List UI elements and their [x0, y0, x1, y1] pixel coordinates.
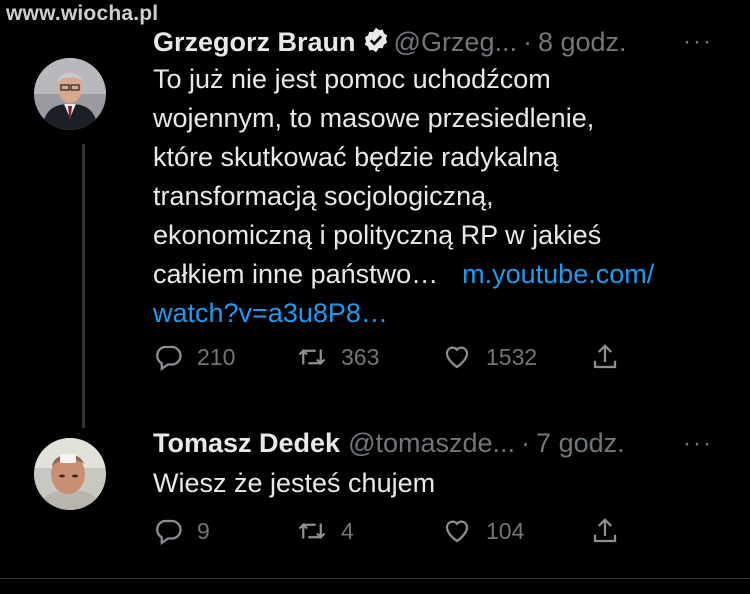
author-handle[interactable]: @Grzeg... [394, 27, 517, 57]
text-line: transformacją socjologiczną, [153, 181, 494, 211]
watermark: www.wiocha.pl [6, 2, 159, 25]
tweet-2-header: Tomasz Dedek @tomaszde... · 7 godz. [153, 428, 625, 459]
text-line: które skutkować będzie radykalną [153, 142, 559, 172]
retweet-button[interactable]: 4 [297, 516, 354, 546]
youtube-link-continued[interactable]: watch?v=a3u8P8… [153, 294, 743, 333]
tweet-2-text: Wiesz że jesteś chujem [153, 468, 436, 498]
like-count: 104 [486, 517, 525, 544]
text-line-with-link: całkiem inne państwo… m.youtube.com/ [153, 255, 743, 294]
dot-separator: · [521, 428, 531, 458]
text-line: To już nie jest pomoc uchodźcom [153, 64, 551, 94]
share-icon [593, 344, 617, 369]
like-count: 1532 [486, 343, 538, 370]
author-handle[interactable]: @tomaszde... [348, 428, 515, 458]
tweet-time[interactable]: 8 godz. [538, 27, 627, 57]
tweet-1-actions: 210 363 1532 [153, 342, 653, 382]
retweet-icon [298, 349, 326, 365]
tweet-1-text: To już nie jest pomoc uchodźcom wojennym… [153, 60, 743, 333]
more-options-icon[interactable]: ··· [683, 28, 713, 56]
text-line: całkiem inne państwo… [153, 259, 439, 289]
reply-button[interactable]: 210 [153, 342, 235, 372]
retweet-icon [298, 523, 326, 539]
like-button[interactable]: 104 [442, 516, 524, 546]
reply-button[interactable]: 9 [153, 516, 210, 546]
reply-count: 210 [197, 343, 236, 370]
author-name[interactable]: Grzegorz Braun [153, 27, 356, 57]
tweet-1-header: Grzegorz Braun @Grzeg... · 8 godz. [153, 26, 627, 61]
heart-icon [445, 520, 469, 543]
reply-icon [156, 345, 182, 372]
tweet-divider [0, 578, 750, 579]
share-button[interactable] [590, 516, 620, 546]
reply-count: 9 [197, 517, 210, 544]
youtube-link[interactable]: m.youtube.com/ [462, 259, 654, 289]
dot-separator: · [522, 27, 532, 57]
text-line: ekonomiczną i polityczną RP w jakieś [153, 220, 602, 250]
tweet-2[interactable]: Tomasz Dedek @tomaszde... · 7 godz. ··· Wie… [0, 420, 750, 578]
tweet-time[interactable]: 7 godz. [536, 428, 625, 458]
share-icon [593, 518, 617, 543]
like-button[interactable]: 1532 [442, 342, 537, 372]
tweet-2-actions: 9 4 104 [153, 516, 653, 556]
retweet-button[interactable]: 363 [297, 342, 379, 372]
thread-line [82, 144, 85, 428]
retweet-count: 363 [341, 343, 380, 370]
share-button[interactable] [590, 342, 620, 372]
retweet-count: 4 [341, 517, 354, 544]
reply-icon [156, 519, 182, 546]
heart-icon [445, 346, 469, 369]
author-name[interactable]: Tomasz Dedek [153, 428, 340, 458]
tweet-1[interactable]: Grzegorz Braun @Grzeg... · 8 godz. ··· To j… [0, 0, 750, 420]
avatar-tomasz-dedek[interactable] [34, 438, 106, 510]
verified-badge-icon [362, 26, 390, 61]
text-line: wojennym, to masowe przesiedlenie, [153, 103, 595, 133]
more-options-icon[interactable]: ··· [683, 430, 713, 458]
avatar-grzegorz-braun[interactable] [34, 58, 106, 130]
